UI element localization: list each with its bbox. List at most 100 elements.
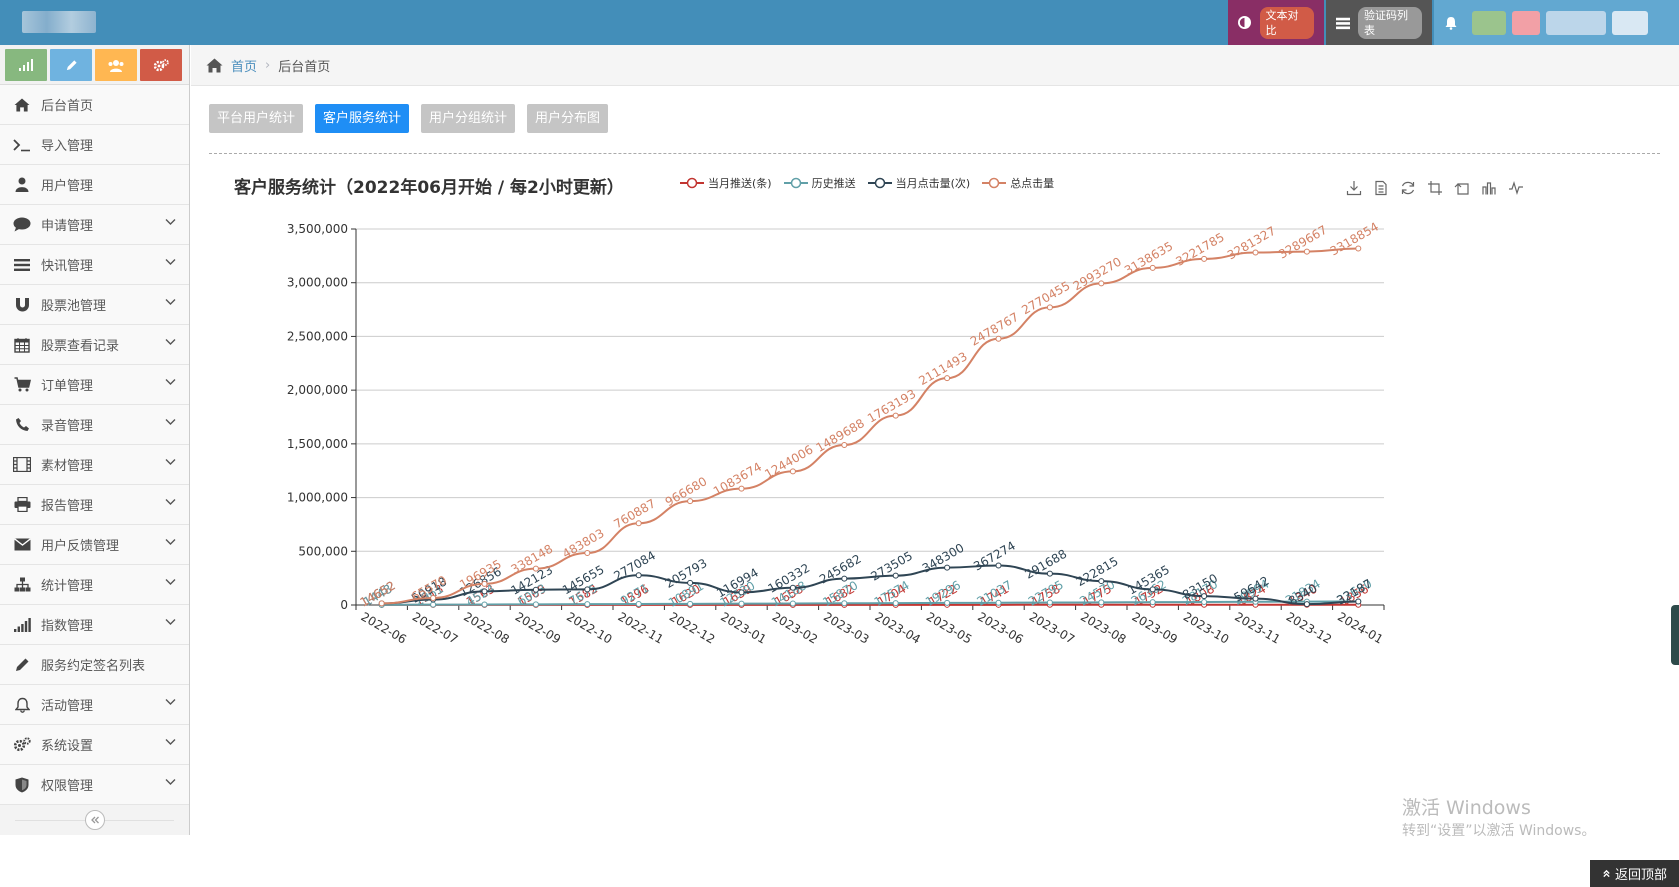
back-to-top-button[interactable]: 返回顶部 [1590,860,1679,887]
data-point [1303,601,1310,608]
data-label: 966680 [663,474,710,509]
x-tick-label: 2023-09 [1130,609,1180,646]
x-tick-label: 2023-06 [975,609,1025,646]
data-point [532,586,539,593]
data-point [841,600,848,607]
x-tick-label: 2022-11 [616,609,666,646]
data-point [892,572,899,579]
data-point [1355,245,1362,252]
data-point [841,575,848,582]
data-point [789,600,796,607]
data-label: 2111493 [916,349,969,388]
data-point [789,468,796,475]
data-label: 2993270 [1071,255,1124,294]
line-chart-icon[interactable] [1506,178,1525,197]
series-line [381,247,1359,605]
data-label: 367274 [971,539,1018,574]
data-label: 1489688 [814,416,867,455]
legend-label: 总点击量 [1010,177,1055,190]
x-tick-label: 2023-07 [1027,609,1077,646]
zoom-reset-icon[interactable] [1452,178,1471,197]
data-label: 483803 [560,526,607,561]
data-point [481,588,488,595]
legend-marker [783,177,808,189]
data-label: 3221785 [1173,230,1226,269]
legend-marker [982,177,1007,189]
legend-item[interactable]: 当月推送(条) [680,175,772,191]
data-label: 277084 [611,548,658,583]
data-view-icon[interactable] [1371,178,1390,197]
data-point [1149,599,1156,606]
refresh-icon[interactable] [1398,178,1417,197]
data-label: 2770455 [1019,278,1072,317]
legend-item[interactable]: 总点击量 [982,175,1054,191]
data-point [1046,304,1053,311]
side-panel-handle[interactable] [1671,605,1679,665]
data-point [1098,578,1105,585]
x-tick-label: 2022-10 [564,609,614,646]
data-point [944,375,951,382]
y-tick-label: 2,000,000 [287,383,348,397]
x-tick-label: 2022-12 [667,609,717,646]
x-tick-label: 2022-09 [513,609,563,646]
x-tick-label: 2023-08 [1078,609,1128,646]
y-tick-label: 2,500,000 [287,329,348,343]
legend-item[interactable]: 历史推送 [783,175,856,191]
data-point [635,520,642,527]
chart-title: 客户服务统计（2022年06月开始 / 每2小时更新） [234,178,624,198]
data-label: 1244006 [762,442,815,481]
data-label: 273505 [868,549,915,584]
data-label: 760887 [611,496,658,531]
x-tick-label: 2023-04 [873,609,923,646]
x-tick-label: 2024-01 [1335,609,1385,646]
data-point [892,600,899,607]
x-tick-label: 2023-10 [1181,609,1231,646]
bar-chart-icon[interactable] [1479,178,1498,197]
data-point [841,441,848,448]
data-point [1252,249,1259,256]
data-point [1201,598,1208,605]
data-point [481,601,488,608]
data-point [687,498,694,505]
data-point [1046,570,1053,577]
data-point [635,572,642,579]
save-image-icon[interactable] [1344,178,1363,197]
data-point [738,600,745,607]
x-tick-label: 2023-03 [821,609,871,646]
data-point [584,550,591,557]
data-point [584,601,591,608]
x-tick-label: 2023-01 [718,609,768,646]
data-label: 3138635 [1122,239,1175,278]
data-label: 1763193 [865,387,918,426]
legend-item[interactable]: 当月点击量(次) [867,175,971,191]
data-point [430,594,437,601]
data-label: 245682 [817,552,864,587]
data-point [892,412,899,419]
y-tick-label: 0 [340,598,348,612]
data-point [738,589,745,596]
legend-marker [680,177,704,189]
data-label: 348300 [920,541,967,576]
data-point [1046,599,1053,606]
y-tick-label: 3,000,000 [287,276,348,290]
data-label: 2478767 [968,310,1021,349]
data-point [687,579,694,586]
back-to-top-label: 返回顶部 [1614,868,1667,883]
data-point [1149,586,1156,593]
data-point [584,586,591,593]
legend-label: 当月点击量(次) [895,177,971,190]
chart-toolbox [1344,178,1525,197]
data-point [635,601,642,608]
x-tick-label: 2022-08 [461,609,511,646]
zoom-select-icon[interactable] [1425,178,1444,197]
x-tick-label: 2022-07 [410,609,460,646]
data-point [430,601,437,608]
chart-legend: 当月推送(条) 历史推送 当月点击量(次) 总点击量 [680,175,1054,191]
data-point [1098,599,1105,606]
data-point [995,599,1002,606]
data-point [1355,598,1362,605]
data-point [532,565,539,572]
data-point [995,562,1002,569]
data-point [1098,280,1105,287]
data-point [1303,248,1310,255]
